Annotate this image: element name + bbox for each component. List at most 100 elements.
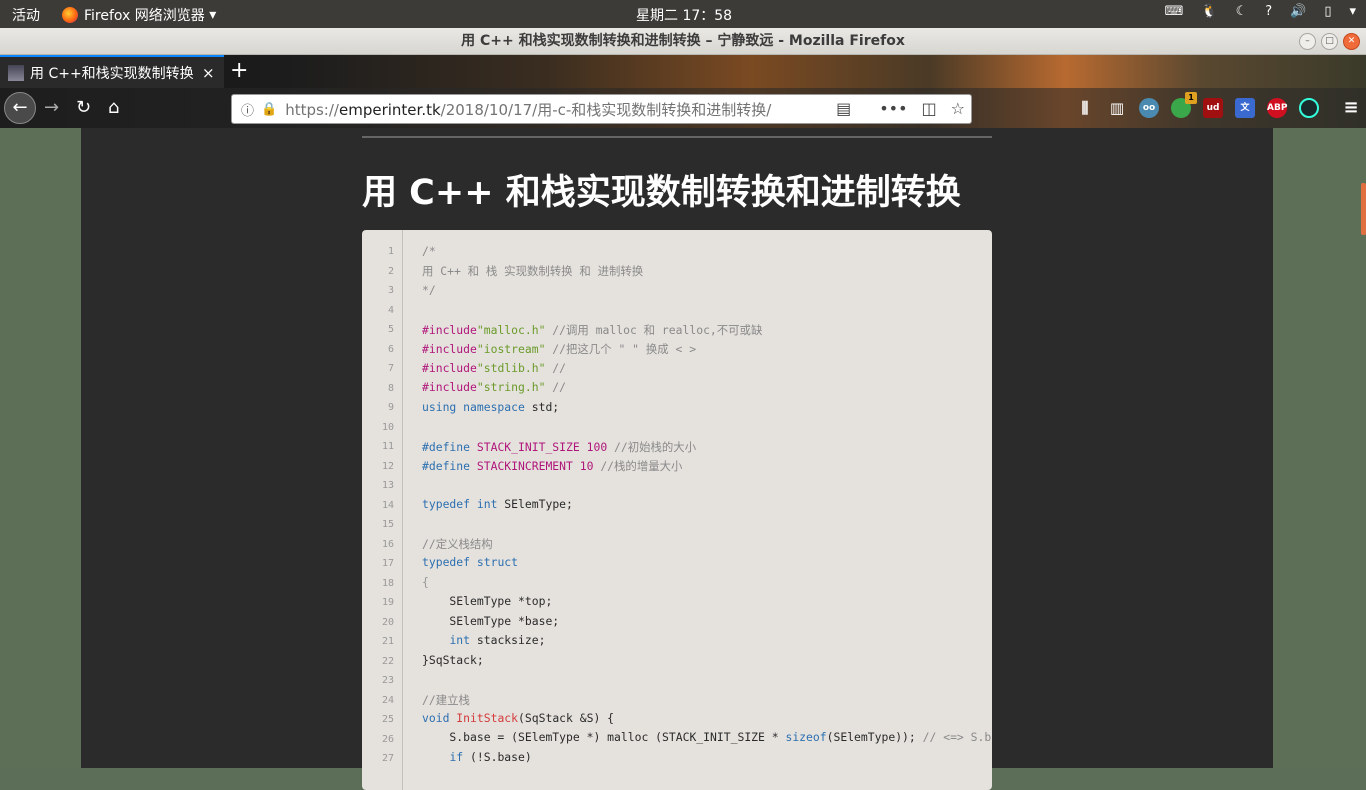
- code-text: SElemType;: [497, 497, 573, 511]
- line-number: 5: [387, 324, 394, 335]
- extension-glasses-icon[interactable]: oo: [1139, 98, 1159, 118]
- code-line: typedef int SElemType;: [422, 497, 573, 511]
- url-bar-actions: ▤ ••• ◫ ☆: [836, 99, 965, 118]
- app-menu-label: Firefox 网络浏览器: [84, 8, 205, 24]
- code-keyword: void: [422, 711, 450, 725]
- code-comment: // <=> S.base = (SElem: [922, 730, 992, 744]
- line-number: 21: [381, 636, 394, 647]
- code-comment: //把这几个 " " 换成 < >: [545, 342, 697, 356]
- page-viewport: 用 C++ 和栈实现数制转换和进制转换 1 2 3 4 5 6 7 8 9 10 11 12 13 14 1…: [0, 128, 1366, 790]
- code-text: SElemType *top;: [422, 594, 553, 608]
- system-tray: ⌨ 🐧 ☾ ? 🔊 ▯ ▾: [1165, 4, 1356, 19]
- sidebar-icon[interactable]: ▥: [1107, 98, 1127, 118]
- url-bar[interactable]: ⓘ 🔒 https://emperinter.tk/2018/10/17/用-c…: [231, 94, 972, 124]
- line-number: 20: [381, 616, 394, 628]
- clock[interactable]: 星期二 17：58: [636, 5, 732, 25]
- reader-view-icon[interactable]: ▤: [836, 99, 851, 118]
- code-line: #include"iostream" //把这几个 " " 换成 < >: [422, 341, 696, 357]
- line-number: 15: [381, 519, 394, 530]
- new-tab-button[interactable]: +: [230, 58, 248, 83]
- page-actions-icon[interactable]: •••: [879, 99, 907, 118]
- url-scheme: https://: [285, 100, 339, 119]
- forward-button[interactable]: →: [44, 97, 59, 119]
- code-line: if (!S.base): [422, 750, 531, 764]
- power-menu-icon[interactable]: ▾: [1349, 4, 1356, 19]
- line-number: 18: [381, 577, 394, 589]
- code-comment: 用 C++ 和 栈 实现数制转换 和 进制转换: [422, 264, 644, 278]
- help-icon[interactable]: ?: [1265, 4, 1272, 19]
- adblock-plus-icon[interactable]: ABP: [1267, 98, 1287, 118]
- tab-active[interactable]: 用 C++和栈实现数制转换 ×: [0, 55, 224, 88]
- hamburger-menu-icon[interactable]: ≡: [1341, 98, 1361, 118]
- code-comment: //初始栈的大小: [607, 440, 697, 454]
- back-button[interactable]: ←: [4, 92, 36, 124]
- code-text: }SqStack;: [422, 653, 484, 667]
- battery-icon[interactable]: ▯: [1324, 4, 1331, 19]
- code-keyword: struct: [476, 555, 519, 569]
- night-light-icon[interactable]: ☾: [1236, 4, 1248, 19]
- line-number: 10: [381, 421, 394, 433]
- code-keyword: if: [449, 750, 464, 764]
- code-keyword: using namespace: [422, 400, 525, 414]
- line-number: 12: [381, 460, 394, 472]
- code-line: typedef struct: [422, 555, 518, 569]
- navigation-toolbar: ← → ↻ ⌂ ⓘ 🔒 https://emperinter.tk/2018/1…: [0, 88, 1366, 128]
- code-text: (SElemType));: [826, 730, 923, 744]
- ublock-icon[interactable]: ud: [1203, 98, 1223, 118]
- url-host: emperinter.tk: [338, 100, 441, 119]
- code-directive: #include: [422, 380, 477, 394]
- page-scrollbar[interactable]: [1361, 183, 1366, 235]
- home-button[interactable]: ⌂: [108, 97, 119, 119]
- keyboard-icon[interactable]: ⌨: [1165, 4, 1184, 19]
- line-number: 26: [381, 733, 394, 745]
- pocket-icon[interactable]: ◫: [922, 99, 937, 118]
- tab-close-icon[interactable]: ×: [202, 64, 215, 82]
- app-menu[interactable]: Firefox 网络浏览器 ▾: [62, 5, 216, 25]
- close-window-icon[interactable]: ✕: [1343, 33, 1360, 50]
- window-controls: – □ ✕: [1299, 33, 1360, 50]
- code-line: #include"string.h" //: [422, 380, 566, 394]
- maximize-icon[interactable]: □: [1321, 33, 1338, 50]
- line-number: 19: [381, 597, 394, 608]
- code-line: {: [422, 575, 429, 589]
- penguin-icon[interactable]: 🐧: [1201, 4, 1217, 19]
- line-number: 8: [387, 382, 394, 394]
- line-number: 16: [381, 538, 394, 550]
- code-line: //定义栈结构: [422, 536, 493, 552]
- system-top-bar: 活动 Firefox 网络浏览器 ▾ 星期二 17：58 ⌨ 🐧 ☾ ? 🔊 ▯…: [0, 0, 1366, 28]
- code-line: //建立栈: [422, 692, 470, 708]
- firefox-icon: [62, 7, 78, 23]
- code-keyword: sizeof: [785, 730, 827, 744]
- line-number: 11: [381, 441, 394, 452]
- code-keyword: typedef: [422, 497, 471, 511]
- code-line: #include"malloc.h" //调用 malloc 和 realloc…: [422, 322, 762, 338]
- url-text[interactable]: https://emperinter.tk/2018/10/17/用-c-和栈实…: [285, 99, 771, 120]
- code-comment: //栈的增量大小: [593, 459, 683, 473]
- code-line: SElemType *base;: [422, 614, 559, 628]
- code-line: int stacksize;: [422, 633, 545, 647]
- line-number: 2: [387, 265, 394, 277]
- code-comment: //调用 malloc 和 realloc,不可或缺: [545, 323, 763, 337]
- code-line: S.base = (SElemType *) malloc (STACK_INI…: [422, 730, 992, 744]
- code-directive: #include: [422, 342, 477, 356]
- code-line: 用 C++ 和 栈 实现数制转换 和 进制转换: [422, 263, 643, 279]
- translate-icon[interactable]: 文: [1235, 98, 1255, 118]
- activities-button[interactable]: 活动: [12, 5, 40, 25]
- lock-icon[interactable]: 🔒: [261, 102, 277, 117]
- line-number: 27: [381, 753, 394, 764]
- reload-button[interactable]: ↻: [76, 97, 91, 119]
- bookmark-star-icon[interactable]: ☆: [951, 99, 965, 118]
- minimize-icon[interactable]: –: [1299, 33, 1316, 50]
- code-directive: #define: [422, 459, 471, 473]
- volume-icon[interactable]: 🔊: [1290, 4, 1306, 19]
- line-number: 23: [381, 675, 394, 686]
- site-info-icon[interactable]: ⓘ: [241, 100, 254, 119]
- extension-badge-icon[interactable]: 1: [1171, 92, 1197, 118]
- line-number-gutter: 1 2 3 4 5 6 7 8 9 10 11 12 13 14 15 16 17 18 19 20 21 22 23 24 2…: [362, 230, 403, 790]
- library-icon[interactable]: ⫼: [1075, 98, 1095, 118]
- code-line: */: [422, 283, 436, 297]
- line-number: 17: [381, 558, 394, 569]
- line-number: 25: [381, 714, 394, 725]
- line-number: 7: [387, 363, 394, 374]
- extension-circle-icon[interactable]: [1299, 98, 1319, 118]
